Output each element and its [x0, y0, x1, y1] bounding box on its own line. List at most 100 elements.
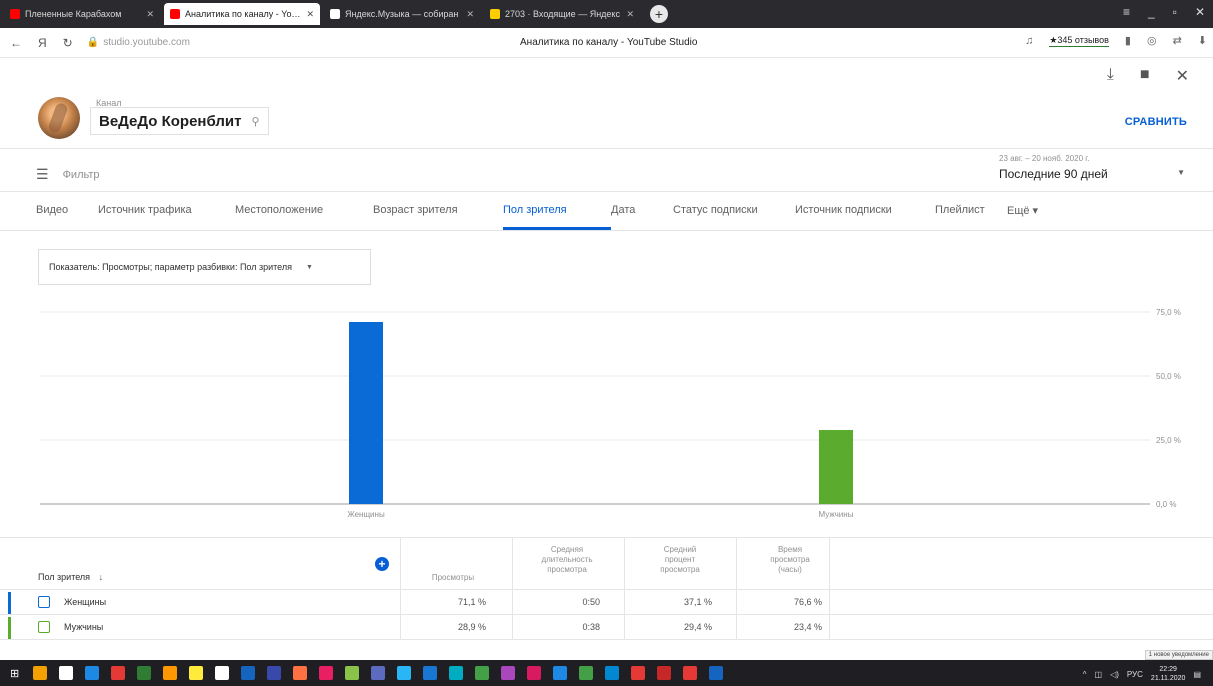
taskbar-app-icon[interactable] — [553, 666, 568, 680]
table-row[interactable]: Женщины 71,1 % 0:50 37,1 % 76,6 % — [0, 589, 1213, 615]
taskbar-app-icon[interactable] — [475, 666, 490, 680]
taskbar-app-icon[interactable] — [423, 666, 438, 680]
taskbar-app-icon[interactable] — [631, 666, 646, 680]
browser-tab-label: Яндекс.Музыка — собиран — [345, 9, 459, 19]
tab-1[interactable]: Источник трафика — [98, 197, 235, 230]
sync-icon[interactable]: ⇄ — [1173, 34, 1182, 47]
taskbar-app-icon[interactable] — [215, 666, 230, 680]
new-tab-button[interactable]: + — [650, 5, 668, 23]
feedback-icon[interactable]: ■ — [1140, 66, 1150, 86]
browser-tab-0[interactable]: Плененные Карабахом ✕ — [4, 3, 160, 25]
taskbar-app-icon[interactable] — [709, 666, 724, 680]
metric-select[interactable]: Показатель: Просмотры; параметр разбивки… — [38, 249, 371, 285]
row-checkbox[interactable] — [38, 596, 50, 608]
close-tab-icon[interactable]: ✕ — [626, 9, 634, 20]
column-header-3[interactable]: Время просмотра (часы) — [740, 545, 840, 575]
back-icon[interactable]: ← — [10, 36, 22, 50]
maximize-icon[interactable]: ▫ — [1173, 5, 1177, 19]
url-field[interactable]: 🔒 studio.youtube.com — [87, 37, 190, 48]
column-header-line: процент — [664, 555, 696, 564]
column-header-1[interactable]: Средняя длительность просмотра — [517, 545, 617, 575]
yandex-logo-icon[interactable]: Я — [38, 36, 47, 50]
taskbar-app-icon[interactable] — [267, 666, 282, 680]
tab-7[interactable]: Источник подписки — [795, 197, 935, 230]
start-icon[interactable]: ⊞ — [10, 667, 19, 680]
notification-popup[interactable]: 1 новое уведомление — [1144, 650, 1213, 660]
reviews-badge[interactable]: ★345 отзывов — [1049, 35, 1109, 47]
row-label: Мужчины — [64, 622, 104, 632]
close-tab-icon[interactable]: ✕ — [306, 9, 314, 20]
close-window-icon[interactable]: ✕ — [1195, 5, 1205, 19]
taskbar-app-icon[interactable] — [683, 666, 698, 680]
reload-icon[interactable]: ↻ — [63, 36, 73, 50]
taskbar-app-icon[interactable] — [59, 666, 74, 680]
filter-bar[interactable]: ☰ Фильтр — [36, 166, 100, 183]
date-range-picker[interactable]: 23 авг. – 20 нояб. 2020 г. Последние 90 … — [999, 154, 1108, 181]
chevron-down-icon[interactable]: ▼ — [1177, 168, 1185, 177]
tab-4[interactable]: Пол зрителя — [503, 197, 611, 230]
column-header-0[interactable]: Просмотры — [403, 573, 503, 583]
taskbar-app-icon[interactable] — [163, 666, 178, 680]
tab-5[interactable]: Дата — [611, 197, 673, 230]
download-tray-icon[interactable]: ⬇ — [1198, 34, 1207, 47]
tab-3[interactable]: Возраст зрителя — [373, 197, 503, 230]
taskbar-app-icon[interactable] — [189, 666, 204, 680]
row-checkbox[interactable] — [38, 621, 50, 633]
tab-9[interactable]: Ещё ▾ — [1007, 197, 1067, 230]
tab-8[interactable]: Плейлист — [935, 197, 1007, 230]
divider — [0, 230, 1213, 231]
dimension-column-header[interactable]: Пол зрителя ↓ — [38, 572, 103, 582]
browser-tab-label: Плененные Карабахом — [25, 9, 122, 19]
browser-tab-3[interactable]: 2703 · Входящие — Яндекс ✕ — [484, 3, 640, 25]
taskbar-app-icon[interactable] — [345, 666, 360, 680]
taskbar-app-icon[interactable] — [319, 666, 334, 680]
taskbar-app-icon[interactable] — [397, 666, 412, 680]
minimize-icon[interactable]: _ — [1148, 5, 1155, 19]
close-tab-icon[interactable]: ✕ — [146, 9, 154, 20]
tab-0[interactable]: Видео — [36, 197, 98, 230]
taskbar-app-icon[interactable] — [527, 666, 542, 680]
taskbar-app-icon[interactable] — [657, 666, 672, 680]
volume-icon[interactable]: ◁) — [1110, 670, 1119, 679]
filter-icon: ☰ — [36, 166, 49, 182]
chevron-down-icon: ▼ — [306, 263, 313, 271]
taskbar-app-icon[interactable] — [137, 666, 152, 680]
menu-icon[interactable]: ≡ — [1123, 5, 1130, 19]
taskbar-app-icon[interactable] — [605, 666, 620, 680]
language-indicator[interactable]: РУС — [1127, 670, 1143, 679]
taskbar-app-icon[interactable] — [501, 666, 516, 680]
add-metric-button[interactable]: + — [375, 557, 389, 571]
table-cell: 0:50 — [582, 597, 600, 607]
taskbar-app-icon[interactable] — [85, 666, 100, 680]
taskbar-app-icon[interactable] — [241, 666, 256, 680]
tab-2[interactable]: Местоположение — [235, 197, 373, 230]
notifications-icon[interactable]: ▤ — [1193, 670, 1201, 679]
table-cell: 29,4 % — [683, 622, 712, 632]
browser-tab-1[interactable]: Аналитика по каналу - YouT ✕ — [164, 3, 320, 25]
bar-0[interactable] — [349, 321, 383, 504]
table-cell: 23,4 % — [793, 622, 822, 632]
close-tab-icon[interactable]: ✕ — [466, 9, 474, 20]
clock[interactable]: 22:29 21.11.2020 — [1151, 665, 1186, 683]
download-icon[interactable]: ⤓ — [1107, 66, 1114, 86]
taskbar-app-icon[interactable] — [33, 666, 48, 680]
taskbar-app-icon[interactable] — [579, 666, 594, 680]
bar-1[interactable] — [819, 430, 853, 504]
network-icon[interactable]: ◫ — [1095, 670, 1103, 679]
taskbar-app-icon[interactable] — [293, 666, 308, 680]
sort-arrow-icon: ↓ — [98, 572, 104, 582]
taskbar-app-icon[interactable] — [111, 666, 126, 680]
chevron-up-icon[interactable]: ^ — [1083, 670, 1087, 679]
taskbar-app-icon[interactable] — [449, 666, 464, 680]
compare-button[interactable]: СРАВНИТЬ — [1125, 116, 1187, 128]
taskbar-app-icon[interactable] — [371, 666, 386, 680]
column-header-2[interactable]: Средний процент просмотра — [630, 545, 730, 575]
reader-icon[interactable]: ♫ — [1025, 35, 1033, 47]
close-icon[interactable]: ✕ — [1176, 66, 1189, 86]
channel-selector[interactable]: ВеДеДо Коренблит ⚲ — [90, 107, 269, 135]
table-row[interactable]: Мужчины 28,9 % 0:38 29,4 % 23,4 % — [0, 614, 1213, 640]
bookmark-icon[interactable]: ▮ — [1125, 34, 1131, 47]
extension-icon[interactable]: ◎ — [1147, 34, 1157, 47]
tab-6[interactable]: Статус подписки — [673, 197, 795, 230]
browser-tab-2[interactable]: Яндекс.Музыка — собиран ✕ — [324, 3, 480, 25]
